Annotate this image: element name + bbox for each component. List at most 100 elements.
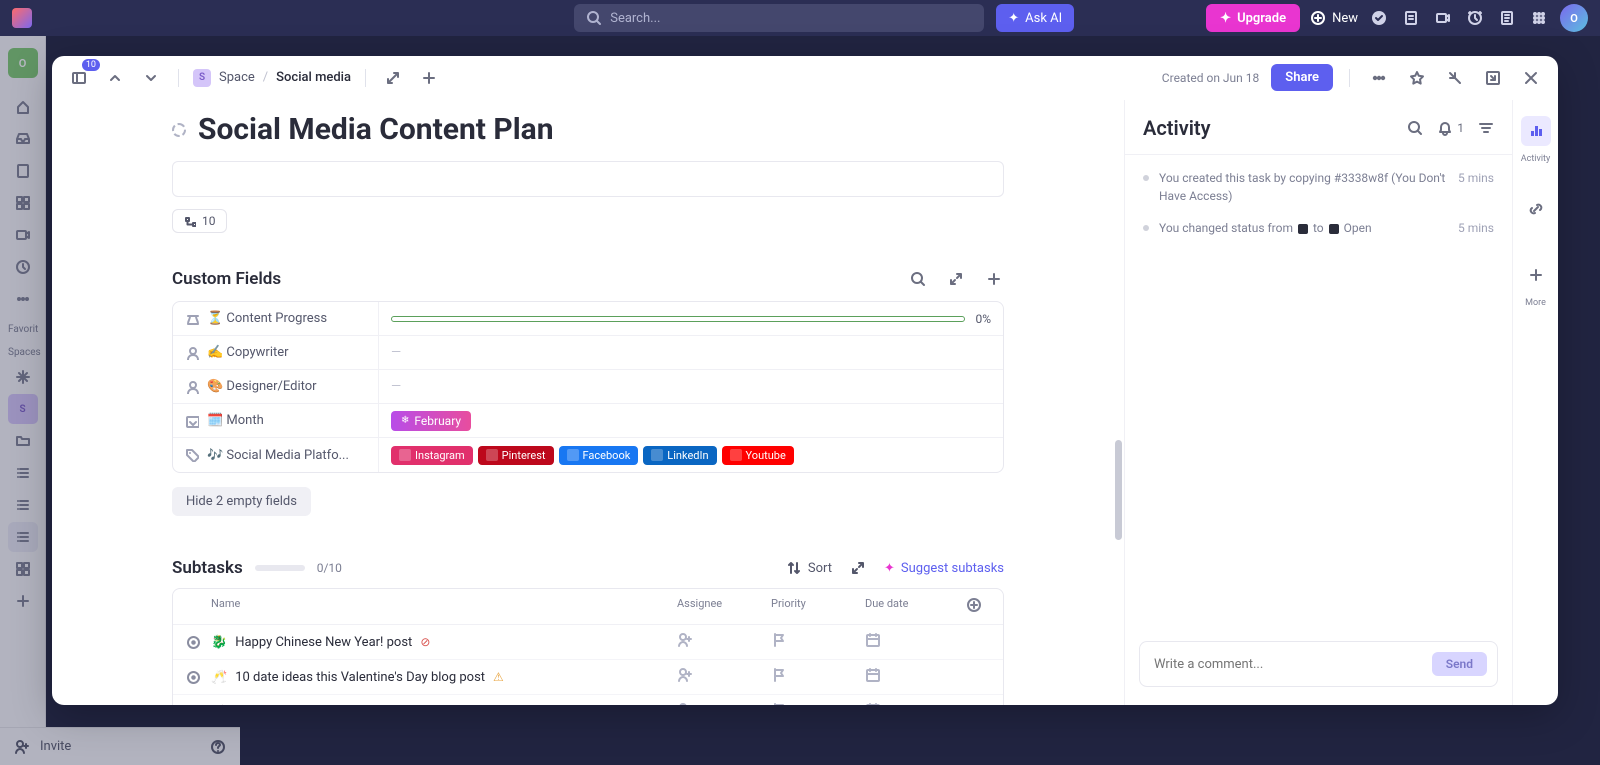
scrollbar-thumb[interactable] [1115,440,1122,540]
more-options-icon[interactable] [1366,65,1392,91]
subtask-row[interactable]: 🐉Happy Chinese New Year! post⊘ [173,625,1003,660]
rail-activity-icon[interactable] [1521,116,1551,146]
search-placeholder: Search... [610,11,660,26]
bc-location[interactable]: Social media [276,70,351,85]
rail-activity-label: Activity [1521,154,1550,164]
record-icon[interactable] [1432,7,1454,29]
minimize-icon[interactable] [1442,65,1468,91]
task-description-box[interactable] [172,161,1004,197]
hide-empty-fields-button[interactable]: Hide 2 empty fields [172,487,311,516]
activity-item: You changed status from to Open 5 mins [1143,219,1494,237]
platform-tag-linkedin: LinkedIn [643,446,716,465]
right-rail: Activity More [1512,100,1558,705]
space-badge[interactable]: S [193,69,211,87]
feed-bullet [1143,225,1149,231]
cf-designer-value[interactable]: — [379,370,1003,403]
chevron-up-icon[interactable] [102,65,128,91]
check-circle-icon[interactable] [1368,7,1390,29]
col-assignee: Assignee [677,597,771,616]
upgrade-label: Upgrade [1237,11,1286,26]
status-dot[interactable] [187,671,200,684]
cf-row-platforms: 🎶 Social Media Platfo... Instagram Pinte… [173,438,1003,472]
reminder-icon[interactable] [1464,7,1486,29]
cf-platforms-label: 🎶 Social Media Platfo... [207,448,349,463]
progress-bar [391,316,965,322]
task-title[interactable]: Social Media Content Plan [198,112,554,147]
platform-tag-instagram: Instagram [391,446,473,465]
priority-cell[interactable] [771,667,865,687]
user-avatar[interactable]: O [1560,4,1588,32]
assignee-cell[interactable] [677,702,771,705]
task-modal: S Space / Social media Created on Jun 18… [52,56,1558,705]
comment-box: Send [1139,641,1498,687]
subtask-count-value: 10 [202,214,216,228]
platform-tag-youtube: Youtube [722,446,794,465]
cf-add-icon[interactable] [984,269,1004,289]
share-button[interactable]: Share [1271,64,1333,91]
platform-tag-pinterest: Pinterest [478,446,554,465]
new-label: New [1332,11,1358,26]
activity-feed: You created this task by copying #3338w8… [1125,155,1512,629]
app-logo[interactable] [12,8,32,28]
task-status-circle[interactable] [172,123,186,137]
cf-month-value[interactable]: February [379,404,1003,437]
sort-button[interactable]: Sort [786,560,832,576]
subtask-expand-icon[interactable] [850,560,866,576]
star-icon[interactable] [1404,65,1430,91]
upgrade-button[interactable]: ✦ Upgrade [1206,4,1300,32]
assignee-cell[interactable] [677,667,771,687]
assignee-cell[interactable] [677,632,771,652]
custom-fields-heading: Custom Fields [172,269,281,289]
cf-search-icon[interactable] [908,269,928,289]
notepad-icon[interactable] [1400,7,1422,29]
global-search[interactable]: Search... [574,4,984,32]
add-icon[interactable] [416,65,442,91]
activity-search-icon[interactable] [1407,120,1423,136]
cf-progress-value[interactable]: 0% [379,302,1003,335]
activity-text: You changed status from to Open [1159,219,1448,237]
dropdown-icon [185,414,199,428]
duedate-cell[interactable] [865,702,959,705]
suggest-subtasks-button[interactable]: ✦Suggest subtasks [884,561,1004,576]
subtask-progress-count: 0/10 [317,561,342,575]
cf-platforms-value[interactable]: Instagram Pinterest Facebook LinkedIn Yo… [379,438,1003,472]
bc-space[interactable]: Space [219,70,255,85]
activity-item: You created this task by copying #3338w8… [1143,169,1494,205]
move-icon[interactable] [380,65,406,91]
activity-filter-icon[interactable] [1478,120,1494,136]
subtask-count-badge[interactable]: 10 [172,209,227,233]
send-button[interactable]: Send [1432,652,1487,676]
apps-grid-icon[interactable] [1528,7,1550,29]
platform-tag-facebook: Facebook [559,446,639,465]
sidebar-toggle-icon[interactable] [66,65,92,91]
chevron-down-icon[interactable] [138,65,164,91]
activity-time: 5 mins [1458,219,1494,237]
search-icon [586,10,602,26]
expand-icon[interactable] [1480,65,1506,91]
custom-fields-table: ⏳ Content Progress 0% ✍️ Copywriter — [172,301,1004,473]
cf-expand-icon[interactable] [946,269,966,289]
ask-ai-button[interactable]: ✦ Ask AI [996,4,1074,32]
status-dot[interactable] [187,636,200,649]
subtasks-heading: Subtasks [172,558,243,578]
new-button[interactable]: New [1310,10,1358,26]
activity-text: You created this task by copying #3338w8… [1159,169,1448,205]
docs-icon[interactable] [1496,7,1518,29]
ask-ai-label: Ask AI [1025,11,1062,26]
add-column-icon[interactable] [959,597,989,616]
subtask-row[interactable]: 🥂10 date ideas this Valentine's Day blog… [173,660,1003,695]
activity-notif-icon[interactable]: 1 [1437,120,1464,136]
formula-icon [185,312,199,326]
priority-cell[interactable] [771,702,865,705]
close-icon[interactable] [1518,65,1544,91]
status-square-to [1329,224,1339,234]
cf-copywriter-value[interactable]: — [379,336,1003,369]
duedate-cell[interactable] [865,632,959,652]
subtask-row[interactable]: ✊🏿Black History Month commemoration post… [173,695,1003,705]
priority-cell[interactable] [771,632,865,652]
subtask-name: 10 date ideas this Valentine's Day blog … [235,670,485,685]
duedate-cell[interactable] [865,667,959,687]
comment-input[interactable] [1154,657,1432,672]
rail-link-icon[interactable] [1521,194,1551,224]
rail-add-icon[interactable] [1521,260,1551,290]
